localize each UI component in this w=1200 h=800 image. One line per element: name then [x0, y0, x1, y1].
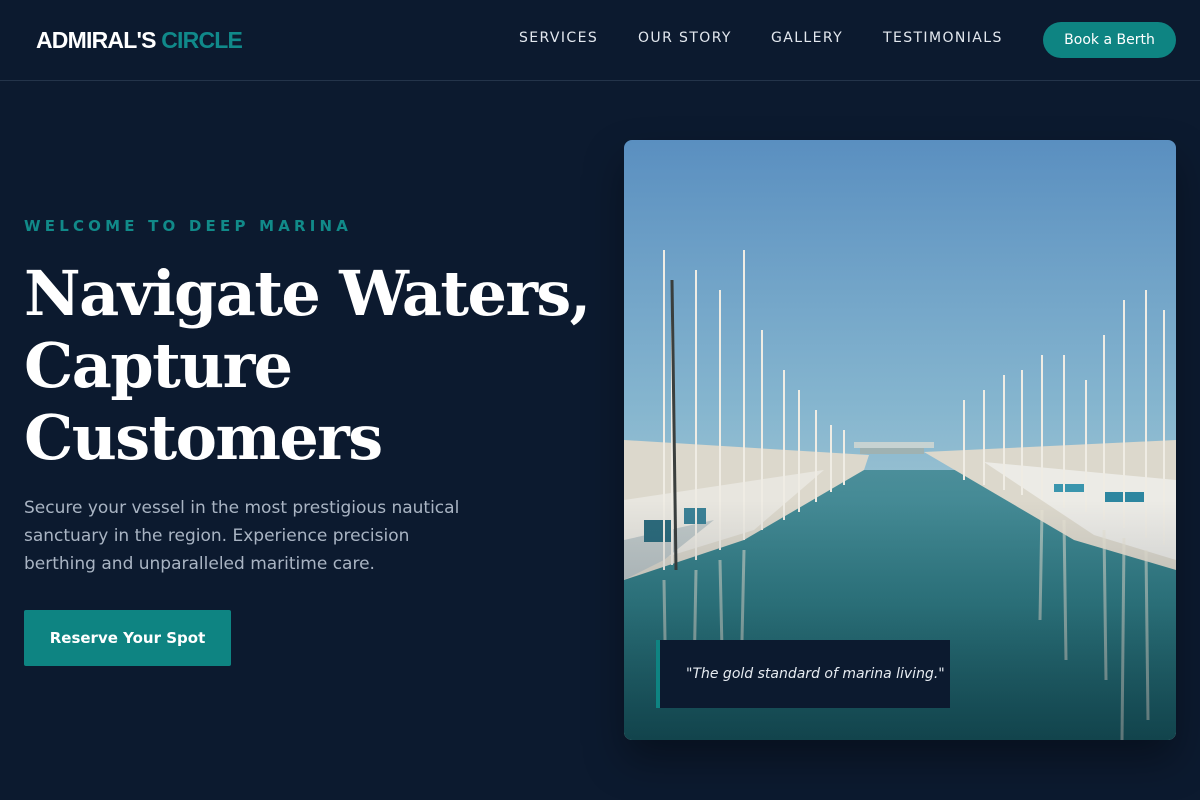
- headline-line-2: Capture: [24, 329, 293, 402]
- testimonial-quote: "The gold standard of marina living.": [686, 666, 945, 682]
- reserve-your-spot-button[interactable]: Reserve Your Spot: [24, 610, 231, 666]
- nav-link-our-story[interactable]: OUR STORY: [638, 30, 732, 46]
- hero-eyebrow: WELCOME TO DEEP MARINA: [24, 217, 353, 235]
- hero-headline: Navigate Waters, Capture Customers: [24, 258, 604, 474]
- brand-name-accent: CIRCLE: [161, 27, 243, 53]
- testimonial-quote-card: "The gold standard of marina living.": [656, 640, 950, 708]
- nav-link-gallery[interactable]: GALLERY: [771, 30, 843, 46]
- book-a-berth-button[interactable]: Book a Berth: [1043, 22, 1176, 58]
- top-navigation-bar: ADMIRAL'S CIRCLE SERVICES OUR STORY GALL…: [0, 0, 1200, 81]
- hero-description: Secure your vessel in the most prestigio…: [24, 498, 460, 574]
- headline-line-1: Navigate Waters,: [24, 257, 591, 330]
- nav-link-testimonials[interactable]: TESTIMONIALS: [883, 30, 1003, 46]
- headline-line-3: Customers: [24, 401, 383, 474]
- brand-logo[interactable]: ADMIRAL'S CIRCLE: [36, 26, 243, 54]
- nav-link-services[interactable]: SERVICES: [519, 30, 598, 46]
- brand-name-main: ADMIRAL'S: [36, 27, 156, 53]
